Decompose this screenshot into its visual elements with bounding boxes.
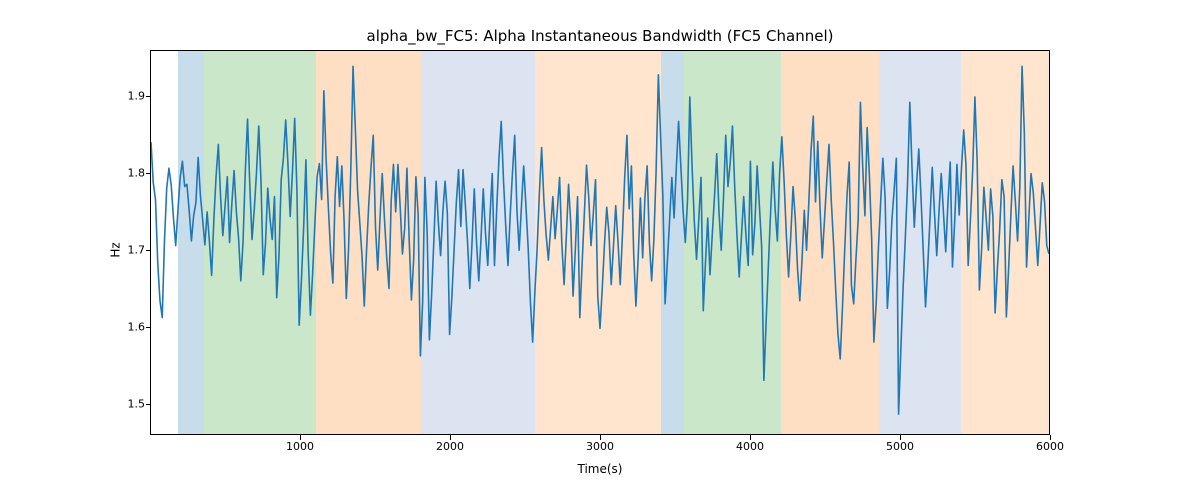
x-tick-label: 4000 <box>736 440 764 453</box>
line-series <box>151 51 1049 434</box>
y-tick-label: 1.7 <box>128 244 146 257</box>
chart-title: alpha_bw_FC5: Alpha Instantaneous Bandwi… <box>0 27 1200 45</box>
x-axis-label: Time(s) <box>0 462 1200 476</box>
x-tick-label: 3000 <box>586 440 614 453</box>
x-tick-label: 1000 <box>286 440 314 453</box>
x-tick-label: 5000 <box>886 440 914 453</box>
chart-figure: alpha_bw_FC5: Alpha Instantaneous Bandwi… <box>0 0 1200 500</box>
x-tick-label: 2000 <box>436 440 464 453</box>
y-tick-label: 1.5 <box>128 398 146 411</box>
y-axis-label: Hz <box>109 242 123 257</box>
y-tick-label: 1.9 <box>128 90 146 103</box>
y-tick-label: 1.6 <box>128 321 146 334</box>
x-tick-label: 6000 <box>1036 440 1064 453</box>
plot-area <box>150 50 1050 435</box>
y-tick-label: 1.8 <box>128 167 146 180</box>
